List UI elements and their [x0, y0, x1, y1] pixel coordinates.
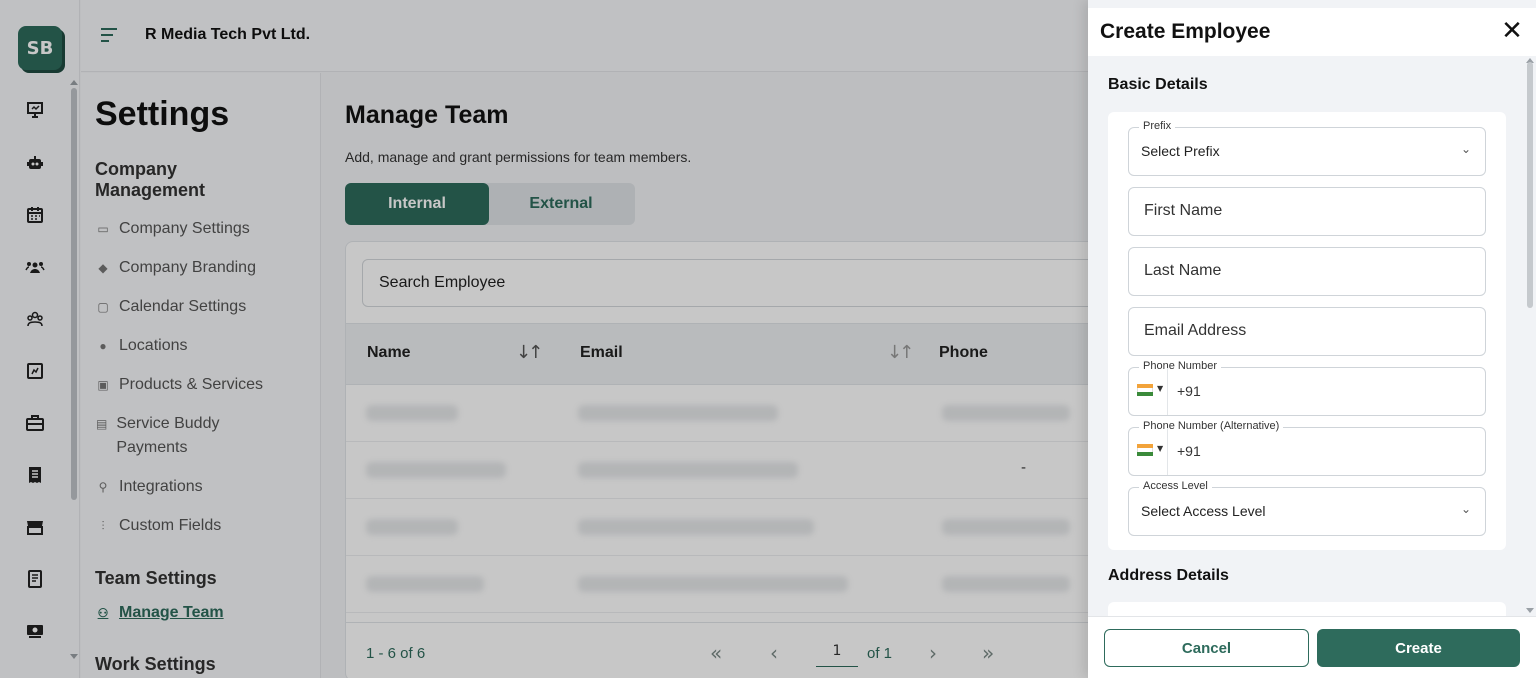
first-name-field[interactable]: First Name: [1128, 187, 1486, 236]
create-button[interactable]: Create: [1317, 629, 1520, 667]
dial-code: +91: [1177, 383, 1201, 399]
last-name-placeholder: Last Name: [1144, 262, 1222, 279]
drawer-header: Create Employee ✕: [1088, 8, 1536, 56]
create-employee-drawer: Create Employee ✕ Basic Details Prefix S…: [1088, 0, 1536, 678]
modal-backdrop[interactable]: [0, 0, 1088, 678]
address-details-card: [1108, 602, 1506, 616]
first-name-placeholder: First Name: [1144, 202, 1223, 219]
prefix-select[interactable]: Prefix Select Prefix ⌄: [1128, 120, 1486, 176]
email-placeholder: Email Address: [1144, 322, 1247, 339]
phone-alt-field[interactable]: Phone Number (Alternative) ▼ +91: [1128, 420, 1486, 476]
basic-details-card: Prefix Select Prefix ⌄ First Name Last N…: [1108, 112, 1506, 550]
access-level-value: Select Access Level: [1141, 503, 1266, 519]
phone-field[interactable]: Phone Number ▼ +91: [1128, 360, 1486, 416]
drawer-scroll-down-arrow[interactable]: [1526, 608, 1534, 613]
drawer-scrollbar[interactable]: [1527, 62, 1533, 308]
chevron-down-icon: ⌄: [1461, 502, 1472, 516]
india-flag-icon[interactable]: [1137, 444, 1153, 456]
access-level-label: Access Level: [1139, 480, 1212, 492]
india-flag-icon[interactable]: [1137, 384, 1153, 396]
dial-code: +91: [1177, 443, 1201, 459]
drawer-title: Create Employee: [1100, 20, 1271, 43]
prefix-value: Select Prefix: [1141, 143, 1220, 159]
phone-label: Phone Number: [1139, 360, 1221, 372]
close-icon[interactable]: ✕: [1500, 18, 1524, 44]
email-field[interactable]: Email Address: [1128, 307, 1486, 356]
divider: [1167, 428, 1168, 475]
country-caret-icon[interactable]: ▼: [1157, 444, 1163, 453]
chevron-down-icon: ⌄: [1461, 142, 1472, 156]
divider: [1167, 368, 1168, 415]
basic-details-heading: Basic Details: [1108, 76, 1208, 93]
address-details-heading: Address Details: [1108, 567, 1229, 584]
drawer-footer: Cancel Create: [1088, 616, 1536, 678]
access-level-select[interactable]: Access Level Select Access Level ⌄: [1128, 480, 1486, 536]
last-name-field[interactable]: Last Name: [1128, 247, 1486, 296]
phone-alt-label: Phone Number (Alternative): [1139, 420, 1284, 432]
cancel-button[interactable]: Cancel: [1104, 629, 1309, 667]
prefix-label: Prefix: [1139, 120, 1176, 132]
country-caret-icon[interactable]: ▼: [1157, 384, 1163, 393]
